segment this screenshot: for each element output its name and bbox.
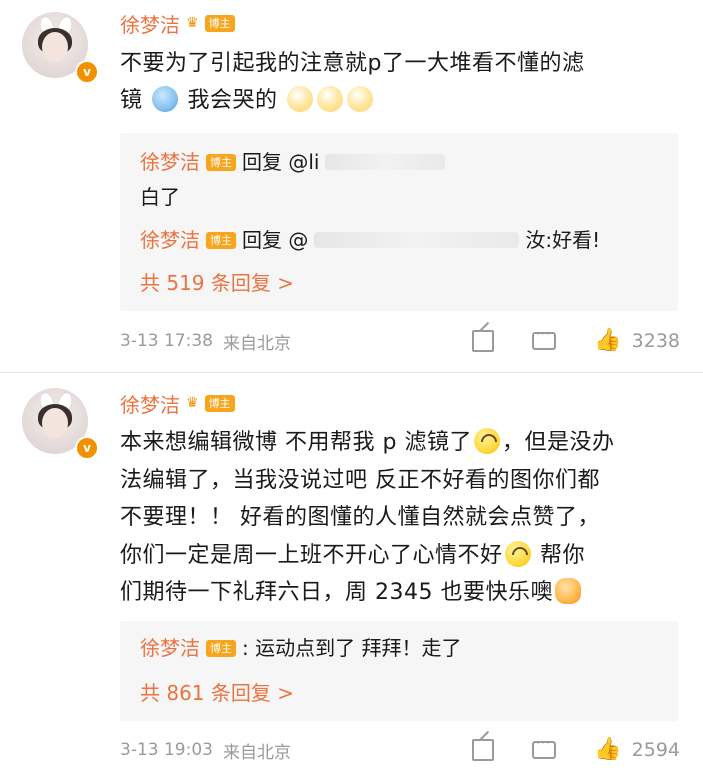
source-text: 来自北京 <box>222 742 291 763</box>
comment-text: 不要为了引起我的注意就p了一大堆看不懂的滤 镜 我会哭的 <box>120 51 585 113</box>
reply-item[interactable]: 徐梦洁 博主 : 运动点到了 拜拜！走了 <box>140 633 461 663</box>
username[interactable]: 徐梦洁 <box>120 9 180 38</box>
divider <box>0 372 703 373</box>
wave-emoji <box>152 86 179 112</box>
upside-down-emoji <box>504 540 531 567</box>
comment-icon[interactable] <box>532 736 557 759</box>
crown-icon: ♛ <box>186 395 199 411</box>
username[interactable]: 徐梦洁 <box>120 389 180 418</box>
blogger-tag: 博主 <box>204 14 235 32</box>
like-count: 3238 <box>631 330 680 352</box>
comment-icon[interactable] <box>532 327 557 350</box>
more-replies-link[interactable]: 共 861 条回复 > <box>140 677 294 706</box>
reply-item[interactable]: 徐梦洁 博主 回复 @ 汝:好看! <box>140 225 600 255</box>
blogger-tag: 博主 <box>204 394 235 412</box>
verified-badge: v <box>75 436 99 460</box>
more-replies-link[interactable]: 共 519 条回复 > <box>140 267 294 296</box>
source-text: 来自北京 <box>222 333 291 354</box>
comment-text: 本来想编辑微博 不用帮我 p 滤镜了 ，但是没办 法编辑了，当我没说过吧 反正不好… <box>120 428 615 605</box>
face-emoji <box>347 86 374 112</box>
like-count: 2594 <box>631 739 680 761</box>
like-icon[interactable]: 👍 <box>594 739 621 761</box>
share-icon[interactable] <box>472 330 495 352</box>
redacted-mask <box>325 154 446 170</box>
timestamp: 3-13 17:38 <box>120 331 213 351</box>
reply-item: 白了 <box>140 185 180 209</box>
share-icon[interactable] <box>472 739 495 761</box>
redacted-mask <box>314 232 520 248</box>
face-emoji <box>317 86 344 112</box>
reply-box: 徐梦洁 博主 : 运动点到了 拜拜！走了 共 861 条回复 > <box>120 621 678 721</box>
reply-box: 徐梦洁 博主 回复 @li 白了 徐梦洁 博主 回复 @ 汝:好看! 共 519… <box>120 133 678 311</box>
cat-emoji <box>554 578 581 604</box>
comment-item: v 徐梦洁 ♛ 博主 不要为了引起我的注意就p了一大堆看不懂的滤 镜 我会哭的 … <box>0 0 703 372</box>
verified-badge: v <box>75 60 99 84</box>
like-icon[interactable]: 👍 <box>594 330 621 352</box>
upside-down-emoji <box>473 428 500 454</box>
timestamp: 3-13 19:03 <box>120 740 213 760</box>
comment-item: v 徐梦洁 ♛ 博主 本来想编辑微博 不用帮我 p 滤镜了 ，但是没办 法编辑了，… <box>0 378 703 775</box>
crown-icon: ♛ <box>186 15 199 31</box>
reply-item[interactable]: 徐梦洁 博主 回复 @li <box>140 147 446 177</box>
face-emoji <box>287 86 314 112</box>
